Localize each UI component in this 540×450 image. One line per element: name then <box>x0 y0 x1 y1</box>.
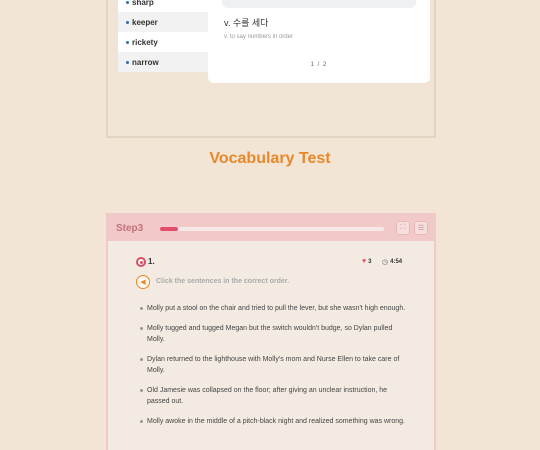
sentence-list: Molly put a stool on the chair and tried… <box>140 303 410 436</box>
sentence-text: Molly awoke in the middle of a pitch-bla… <box>147 418 405 425</box>
lives-value: 3 <box>368 258 372 265</box>
list-item[interactable]: keeper <box>118 12 210 32</box>
sentence-item[interactable]: Old Jamesie was collapsed on the floor; … <box>140 385 410 407</box>
expand-icon: ⛶ <box>400 224 406 231</box>
audio-button[interactable]: ◀ <box>136 275 150 289</box>
speaker-icon: ◀ <box>140 279 146 286</box>
bullet-icon <box>140 420 143 423</box>
sentence-text: Dylan returned to the lighthouse with Mo… <box>147 356 400 374</box>
bullet-icon <box>140 358 143 361</box>
heart-icon: ♥ <box>362 258 367 265</box>
sentence-text: Molly tugged and tugged Megan but the sw… <box>147 325 393 343</box>
card-definition: v. to say numbers in order <box>224 34 293 40</box>
timer-value: 4:54 <box>390 259 403 265</box>
target-icon <box>136 257 146 267</box>
list-item[interactable]: rickety <box>118 32 210 52</box>
step-label: Step3 <box>116 223 144 234</box>
word-label: narrow <box>132 57 159 67</box>
list-item[interactable]: narrow <box>118 52 210 72</box>
card-word: v. 수를 세다 <box>224 18 269 28</box>
step-header: Step3 ⛶ ☰ <box>108 215 434 241</box>
sentence-item[interactable]: Molly put a stool on the chair and tried… <box>140 303 410 314</box>
word-label: keeper <box>132 17 158 27</box>
bullet-icon <box>140 307 143 310</box>
word-label: sharp <box>132 0 154 7</box>
sentence-item[interactable]: Dylan returned to the lighthouse with Mo… <box>140 354 410 376</box>
bullet-icon <box>140 389 143 392</box>
page-indicator: 1 / 2 <box>310 62 328 68</box>
word-card: v. 수를 세다 v. to say numbers in order 1 / … <box>208 0 430 83</box>
step-panel: Step3 ⛶ ☰ 1. ♥ 3 ◷ 4:54 ◀ Click the sent… <box>106 213 436 450</box>
clock-icon: ◷ <box>382 259 389 266</box>
word-label: rickety <box>132 37 158 47</box>
list-icon: ☰ <box>417 225 425 232</box>
progress-fill <box>160 227 178 231</box>
bullet-icon <box>126 0 129 4</box>
question-number: 1. <box>148 257 155 266</box>
menu-button[interactable]: ☰ <box>414 221 428 235</box>
bullet-icon <box>126 20 129 24</box>
bullet-icon <box>126 40 129 44</box>
timer: ◷ 4:54 <box>382 258 402 266</box>
lives-counter: ♥ 3 <box>362 258 372 265</box>
sentence-text: Molly put a stool on the chair and tried… <box>147 305 406 312</box>
progress-bar <box>160 227 384 231</box>
bullet-icon <box>126 60 129 64</box>
word-list: sharp keeper rickety narrow <box>118 0 210 78</box>
instruction-text: Click the sentences in the correct order… <box>156 278 290 285</box>
expand-button[interactable]: ⛶ <box>396 221 410 235</box>
sentence-item[interactable]: Molly tugged and tugged Megan but the sw… <box>140 323 410 345</box>
card-header <box>222 0 416 8</box>
sentence-text: Old Jamesie was collapsed on the floor; … <box>147 387 388 405</box>
vocab-panel: sharp keeper rickety narrow v. 수를 세다 v. … <box>106 0 436 138</box>
bullet-icon <box>140 327 143 330</box>
sentence-item[interactable]: Molly awoke in the middle of a pitch-bla… <box>140 416 410 427</box>
list-item[interactable]: sharp <box>118 0 210 12</box>
section-title: Vocabulary Test <box>209 150 331 167</box>
